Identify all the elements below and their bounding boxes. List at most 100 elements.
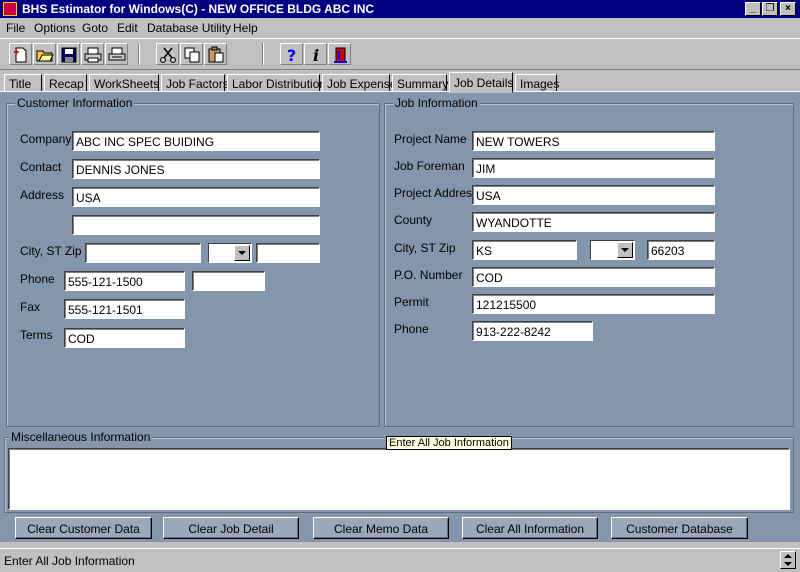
clear-all-information-button[interactable]: Clear All Information bbox=[462, 517, 598, 539]
customer-terms-field[interactable]: COD bbox=[64, 328, 185, 348]
tooltip: Enter All Job Information bbox=[386, 436, 512, 450]
svg-text:i: i bbox=[313, 46, 319, 64]
clear-memo-data-button[interactable]: Clear Memo Data bbox=[313, 517, 449, 539]
info-button[interactable]: i bbox=[304, 43, 327, 65]
contact-field[interactable]: DENNIS JONES bbox=[72, 159, 320, 179]
chevron-down-icon[interactable] bbox=[234, 245, 250, 261]
contact-label: Contact bbox=[20, 160, 62, 174]
job-state-dropdown[interactable] bbox=[590, 240, 635, 260]
fax-label: Fax bbox=[20, 300, 41, 314]
toolbar: ? i bbox=[0, 38, 800, 70]
customer-zip-field[interactable] bbox=[256, 243, 320, 263]
tab-worksheets[interactable]: WorkSheets bbox=[89, 74, 159, 92]
county-field[interactable]: WYANDOTTE bbox=[472, 212, 715, 232]
menu-help[interactable]: Help bbox=[233, 21, 258, 35]
help-button[interactable]: ? bbox=[280, 43, 303, 65]
customer-fax-field[interactable]: 555-121-1501 bbox=[64, 299, 185, 319]
job-information-title: Job Information bbox=[393, 96, 480, 110]
company-field[interactable]: ABC INC SPEC BUIDING bbox=[72, 131, 320, 151]
exit-button[interactable] bbox=[328, 43, 351, 65]
window-title: BHS Estimator for Windows(C) - NEW OFFIC… bbox=[22, 2, 375, 16]
phone-label: Phone bbox=[20, 272, 55, 286]
close-button[interactable]: × bbox=[780, 2, 796, 16]
job-foreman-field[interactable]: JIM bbox=[472, 158, 715, 178]
info-icon: i bbox=[313, 46, 319, 64]
paste-icon bbox=[208, 46, 224, 63]
copy-button[interactable] bbox=[180, 43, 203, 65]
menu-edit[interactable]: Edit bbox=[117, 21, 138, 35]
customer-information-title: Customer Information bbox=[15, 96, 135, 110]
status-text: Enter All Job Information bbox=[4, 554, 135, 568]
cut-icon bbox=[160, 47, 176, 63]
tab-job-factors[interactable]: Job Factors bbox=[161, 74, 229, 92]
address-line2-field[interactable] bbox=[72, 215, 320, 235]
print-button[interactable] bbox=[81, 43, 104, 65]
menu-database-utility[interactable]: Database Utility bbox=[147, 21, 231, 35]
tab-job-details[interactable]: Job Details bbox=[449, 72, 513, 93]
company-label: Company bbox=[20, 132, 72, 146]
job-information-group: Job Information Project Name NEW TOWERS … bbox=[384, 96, 794, 427]
toolbar-separator bbox=[138, 43, 140, 65]
project-address-field[interactable]: USA bbox=[472, 185, 715, 205]
miscellaneous-memo-textarea[interactable] bbox=[8, 448, 790, 510]
address-line1-field[interactable]: USA bbox=[72, 187, 320, 207]
new-button[interactable] bbox=[9, 43, 32, 65]
po-number-label: P.O. Number bbox=[394, 268, 463, 282]
tab-strip: Title Recap WorkSheets Job Factors Labor… bbox=[0, 72, 800, 93]
customer-phone-field[interactable]: 555-121-1500 bbox=[64, 271, 185, 291]
menu-bar: File Options Goto Edit Database Utility … bbox=[0, 18, 800, 38]
menu-goto[interactable]: Goto bbox=[82, 21, 108, 35]
print-icon bbox=[84, 47, 102, 63]
tab-job-expense[interactable]: Job Expense bbox=[322, 74, 396, 92]
terms-label: Terms bbox=[20, 328, 53, 342]
job-foreman-label: Job Foreman bbox=[394, 159, 465, 173]
job-city-field[interactable]: KS bbox=[472, 240, 577, 260]
miscellaneous-information-title: Miscellaneous Information bbox=[9, 430, 153, 444]
clear-customer-data-button[interactable]: Clear Customer Data bbox=[15, 517, 152, 539]
customer-database-button[interactable]: Customer Database bbox=[611, 517, 748, 539]
county-label: County bbox=[394, 213, 433, 227]
menu-options[interactable]: Options bbox=[34, 21, 75, 35]
menu-file[interactable]: File bbox=[6, 21, 25, 35]
city-st-zip-label: City, ST Zip bbox=[20, 244, 82, 258]
customer-state-dropdown[interactable] bbox=[208, 243, 252, 263]
customer-information-group: Customer Information Company ABC INC SPE… bbox=[6, 96, 380, 427]
chevron-down-icon[interactable] bbox=[617, 242, 633, 258]
clear-job-detail-button[interactable]: Clear Job Detail bbox=[163, 517, 299, 539]
tab-labor-distribution[interactable]: Labor Distribution bbox=[227, 74, 326, 92]
spin-button[interactable] bbox=[780, 551, 796, 569]
job-details-panel: Customer Information Company ABC INC SPE… bbox=[0, 92, 800, 542]
app-icon[interactable] bbox=[3, 2, 17, 16]
svg-text:?: ? bbox=[287, 46, 296, 64]
job-city-st-zip-label: City, ST Zip bbox=[394, 241, 456, 255]
print-preview-icon bbox=[108, 47, 126, 61]
tab-summary[interactable]: Summary bbox=[392, 74, 448, 92]
restore-button[interactable]: ❐ bbox=[762, 2, 778, 16]
save-button[interactable] bbox=[57, 43, 80, 65]
open-folder-icon bbox=[36, 50, 54, 62]
tab-title[interactable]: Title bbox=[4, 74, 42, 92]
customer-phone-ext-field[interactable] bbox=[192, 271, 265, 291]
help-icon: ? bbox=[287, 46, 296, 64]
address-label: Address bbox=[20, 188, 65, 202]
tab-images[interactable]: Images bbox=[515, 74, 559, 92]
job-phone-label: Phone bbox=[394, 322, 429, 336]
exit-door-icon bbox=[334, 47, 347, 63]
project-name-field[interactable]: NEW TOWERS bbox=[472, 131, 715, 151]
customer-city-field[interactable] bbox=[85, 243, 201, 263]
paste-button[interactable] bbox=[204, 43, 227, 65]
toolbar-separator bbox=[262, 43, 264, 65]
po-number-field[interactable]: COD bbox=[472, 267, 715, 287]
title-bar: BHS Estimator for Windows(C) - NEW OFFIC… bbox=[0, 0, 800, 18]
open-button[interactable] bbox=[33, 43, 56, 65]
permit-field[interactable]: 121215500 bbox=[472, 294, 715, 314]
status-bar: Enter All Job Information bbox=[0, 548, 800, 572]
cut-button[interactable] bbox=[156, 43, 179, 65]
job-zip-field[interactable]: 66203 bbox=[647, 240, 715, 260]
permit-label: Permit bbox=[394, 295, 429, 309]
job-phone-field[interactable]: 913-222-8242 bbox=[472, 321, 593, 341]
new-icon bbox=[14, 47, 27, 63]
minimize-button[interactable]: _ bbox=[745, 2, 761, 16]
print-preview-button[interactable] bbox=[105, 43, 128, 65]
tab-recap[interactable]: Recap bbox=[44, 74, 87, 92]
